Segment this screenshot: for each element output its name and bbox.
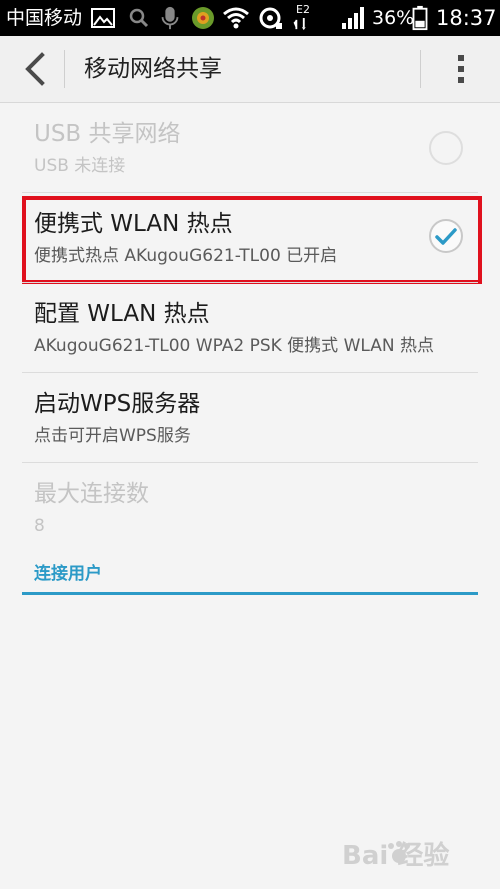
usb-tethering-title: USB 共享网络 [34,121,181,147]
app-icon [192,7,214,29]
page-title: 移动网络共享 [84,56,222,82]
portable-hotspot-checkbox[interactable] [426,216,466,256]
baidu-watermark-logo: Bai 经验 [342,840,449,871]
sync-icon [259,7,282,29]
list-divider [22,192,478,193]
wps-server-subtitle: 点击可开启WPS服务 [34,426,191,446]
battery-icon [412,5,428,31]
max-connections-value: 8 [34,516,45,536]
configure-hotspot-subtitle: AKugouG621-TL00 WPA2 PSK 便携式 WLAN 热点 [34,336,434,356]
image-icon [91,8,115,28]
app-bar: 移动网络共享 [0,36,500,103]
section-header-underline [22,592,478,595]
usb-tethering-item: USB 共享网络 USB 未连接 [0,104,500,194]
appbar-divider [64,50,65,88]
appbar-divider [420,50,421,88]
search-icon [129,8,149,28]
list-divider [22,372,478,373]
back-arrow-icon [25,52,45,86]
portable-hotspot-subtitle: 便携式热点 AKugouG621-TL00 已开启 [34,246,338,266]
battery-percent: 36% [372,7,415,29]
configure-hotspot-item[interactable]: 配置 WLAN 热点 AKugouG621-TL00 WPA2 PSK 便携式 … [0,284,500,374]
portable-hotspot-item[interactable]: 便携式 WLAN 热点 便携式热点 AKugouG621-TL00 已开启 [0,194,500,284]
data-arrows-icon [293,18,306,31]
max-connections-item: 最大连接数 8 [0,464,500,554]
back-button[interactable] [12,45,60,93]
signal-icon [342,7,364,29]
overflow-menu-icon [458,55,464,83]
list-divider [22,282,478,283]
configure-hotspot-title: 配置 WLAN 热点 [34,301,210,327]
clock: 18:37 [436,6,497,30]
overflow-menu-button[interactable] [436,45,486,93]
max-connections-title: 最大连接数 [34,481,149,507]
carrier-name: 中国移动 [6,7,83,29]
usb-tethering-checkbox [429,131,463,165]
usb-tethering-subtitle: USB 未连接 [34,156,126,176]
mic-icon [161,6,179,30]
wifi-icon [223,7,249,29]
status-bar: 中国移动 E2 36% 18:37 [0,0,500,36]
portable-hotspot-title: 便携式 WLAN 热点 [34,211,233,237]
connected-users-header: 连接用户 [34,564,102,584]
list-divider [22,462,478,463]
wps-server-item[interactable]: 启动WPS服务器 点击可开启WPS服务 [0,374,500,464]
wps-server-title: 启动WPS服务器 [34,391,201,417]
